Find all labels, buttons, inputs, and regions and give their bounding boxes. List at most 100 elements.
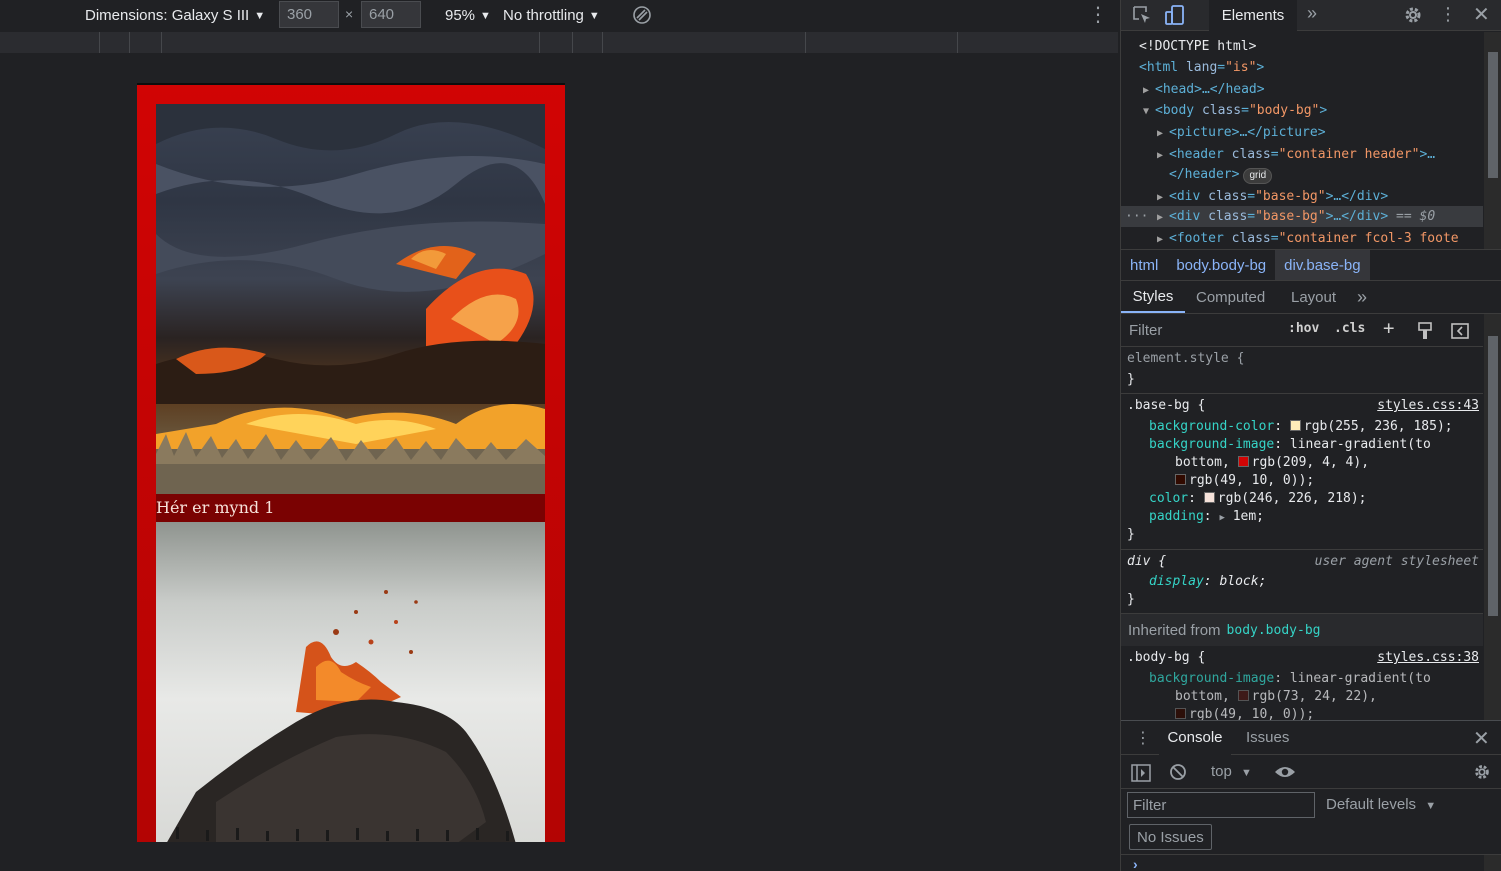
throttling-label: No throttling bbox=[503, 7, 584, 24]
breadcrumb-div[interactable]: div.base-bg bbox=[1275, 250, 1370, 280]
dom-tree[interactable]: <!DOCTYPE html> <html lang="is"> ▶ <head>… bbox=[1121, 32, 1483, 249]
console-drawer: ⋮ Console Issues ✕ top ▼ Filter Default … bbox=[1121, 720, 1501, 871]
tab-layout[interactable]: Layout bbox=[1291, 281, 1336, 313]
console-scrollbar[interactable] bbox=[1484, 855, 1501, 871]
base-bg-rule[interactable]: .base-bg { styles.css:43 background-colo… bbox=[1121, 394, 1483, 550]
gear-icon[interactable] bbox=[1402, 4, 1424, 26]
media-query-segment[interactable] bbox=[573, 32, 603, 53]
log-levels-select[interactable]: Default levels ▼ bbox=[1326, 796, 1436, 813]
scrollbar-thumb[interactable] bbox=[1488, 336, 1498, 616]
attr-value: "base-bg" bbox=[1255, 209, 1326, 224]
media-query-segment[interactable] bbox=[162, 32, 540, 53]
grid-badge[interactable]: grid bbox=[1243, 168, 1273, 184]
gear-icon[interactable] bbox=[1472, 762, 1492, 782]
width-input[interactable]: 360 bbox=[279, 1, 339, 28]
more-tabs-icon[interactable]: » bbox=[1307, 3, 1317, 24]
breadcrumb-body[interactable]: body.body-bg bbox=[1167, 250, 1275, 280]
eye-icon[interactable] bbox=[1274, 764, 1296, 780]
drawer-menu-icon[interactable]: ⋮ bbox=[1135, 728, 1151, 748]
media-query-segment[interactable] bbox=[806, 32, 958, 53]
add-rule-icon[interactable]: + bbox=[1383, 317, 1394, 339]
toggle-sidebar-icon[interactable] bbox=[1451, 322, 1469, 340]
color-swatch[interactable] bbox=[1237, 690, 1249, 701]
color-swatch[interactable] bbox=[1237, 456, 1249, 467]
expand-triangle-icon[interactable]: ▶ bbox=[1157, 123, 1169, 144]
element-style-rule[interactable]: element.style { } bbox=[1121, 348, 1483, 394]
context-select[interactable]: top ▼ bbox=[1211, 763, 1252, 780]
tab-console[interactable]: Console bbox=[1159, 721, 1231, 755]
dom-node-html[interactable]: <html lang="is"> bbox=[1139, 57, 1264, 78]
tab-computed[interactable]: Computed bbox=[1196, 281, 1265, 313]
body-bg-rule[interactable]: .body-bg { styles.css:38 background-imag… bbox=[1121, 646, 1483, 720]
declaration-background-image[interactable]: background-image: linear-gradient(to bbox=[1149, 670, 1431, 688]
console-filter-input[interactable]: Filter bbox=[1127, 792, 1315, 818]
media-query-segment[interactable] bbox=[130, 32, 162, 53]
height-input[interactable]: 640 bbox=[361, 1, 421, 28]
declaration-color[interactable]: color: rgb(246, 226, 218); bbox=[1149, 490, 1367, 508]
dom-scrollbar[interactable] bbox=[1484, 32, 1501, 249]
color-swatch[interactable] bbox=[1175, 708, 1186, 719]
dom-node-header[interactable]: ▶ <header class="container header">… bbox=[1157, 144, 1435, 165]
tab-elements[interactable]: Elements bbox=[1209, 0, 1297, 31]
source-link[interactable]: styles.css:43 bbox=[1377, 397, 1479, 415]
expand-triangle-icon[interactable]: ▶ bbox=[1157, 207, 1169, 228]
hover-state-toggle[interactable]: :hov bbox=[1288, 321, 1319, 336]
dom-node-header-close[interactable]: </header> grid bbox=[1169, 164, 1273, 185]
tab-issues[interactable]: Issues bbox=[1246, 729, 1289, 746]
styles-filter-bar: Filter :hov .cls + bbox=[1121, 314, 1483, 347]
zoom-select[interactable]: 95% ▼ bbox=[445, 0, 491, 31]
scrollbar-thumb[interactable] bbox=[1488, 52, 1498, 178]
device-toggle-icon[interactable] bbox=[1164, 4, 1186, 26]
styles-filter-input[interactable]: Filter bbox=[1124, 318, 1274, 343]
media-query-segment[interactable] bbox=[100, 32, 130, 53]
expand-triangle-icon[interactable]: ▶ bbox=[1157, 187, 1169, 208]
source-link[interactable]: styles.css:38 bbox=[1377, 649, 1479, 667]
color-swatch[interactable] bbox=[1289, 420, 1301, 431]
breadcrumb-html[interactable]: html bbox=[1121, 250, 1167, 280]
node-actions-dots[interactable]: ··· bbox=[1125, 206, 1148, 227]
class-toggle[interactable]: .cls bbox=[1334, 321, 1365, 336]
property-value: rgb(255, 236, 185); bbox=[1303, 419, 1453, 434]
issues-counter-button[interactable]: No Issues bbox=[1129, 824, 1212, 850]
styles-scrollbar[interactable] bbox=[1484, 314, 1501, 720]
declaration-background-image[interactable]: background-image: linear-gradient(to bbox=[1149, 436, 1431, 454]
rule-selector: .base-bg { bbox=[1127, 398, 1206, 413]
media-query-bar[interactable] bbox=[0, 32, 1118, 53]
paint-brush-icon[interactable] bbox=[1417, 322, 1433, 340]
more-options-icon[interactable]: ⋮ bbox=[1088, 4, 1108, 26]
expand-triangle-icon[interactable]: ▶ bbox=[1219, 513, 1224, 523]
media-query-segment[interactable] bbox=[603, 32, 806, 53]
dom-node-doctype[interactable]: <!DOCTYPE html> bbox=[1139, 36, 1256, 57]
declaration-background-color[interactable]: background-color: rgb(255, 236, 185); bbox=[1149, 418, 1453, 436]
close-icon[interactable]: ✕ bbox=[1473, 2, 1490, 27]
media-query-segment[interactable] bbox=[540, 32, 573, 53]
sidebar-tabs: Styles Computed Layout » bbox=[1121, 281, 1501, 314]
inspect-element-icon[interactable] bbox=[1131, 4, 1153, 26]
dom-node-footer[interactable]: ▶ <footer class="container fcol-3 foote bbox=[1157, 228, 1459, 249]
inherited-link[interactable]: body.body-bg bbox=[1227, 623, 1321, 638]
throttling-select[interactable]: No throttling ▼ bbox=[503, 0, 600, 31]
media-query-segment[interactable] bbox=[0, 32, 100, 53]
rotate-icon[interactable] bbox=[631, 4, 653, 26]
console-prompt[interactable]: › bbox=[1121, 854, 1501, 871]
dom-node-div[interactable]: ▶ <div class="base-bg">…</div> bbox=[1157, 186, 1388, 207]
collapse-triangle-icon[interactable]: ▼ bbox=[1143, 101, 1155, 122]
color-swatch[interactable] bbox=[1175, 474, 1186, 485]
dom-node-picture[interactable]: ▶ <picture>…</picture> bbox=[1157, 122, 1326, 143]
more-options-icon[interactable]: ⋮ bbox=[1439, 4, 1457, 25]
dom-node-div-selected[interactable]: ▶ <div class="base-bg">…</div> == $0 bbox=[1157, 206, 1435, 227]
dom-node-head[interactable]: ▶ <head>…</head> bbox=[1143, 79, 1265, 100]
declaration-padding[interactable]: padding: ▶ 1em; bbox=[1149, 508, 1264, 526]
sidebar-toggle-icon[interactable] bbox=[1131, 764, 1151, 782]
div-ua-rule[interactable]: div { user agent stylesheet display: blo… bbox=[1121, 550, 1483, 614]
more-tabs-icon[interactable]: » bbox=[1357, 281, 1367, 313]
expand-triangle-icon[interactable]: ▶ bbox=[1157, 229, 1169, 249]
tab-styles[interactable]: Styles bbox=[1121, 281, 1185, 313]
expand-triangle-icon[interactable]: ▶ bbox=[1157, 145, 1169, 166]
color-swatch[interactable] bbox=[1203, 492, 1215, 503]
expand-triangle-icon[interactable]: ▶ bbox=[1143, 80, 1155, 101]
close-icon[interactable]: ✕ bbox=[1473, 726, 1490, 751]
clear-console-icon[interactable] bbox=[1169, 763, 1187, 781]
dom-node-body[interactable]: ▼ <body class="body-bg"> bbox=[1143, 100, 1327, 121]
device-select[interactable]: Dimensions: Galaxy S III ▼ bbox=[85, 0, 265, 31]
